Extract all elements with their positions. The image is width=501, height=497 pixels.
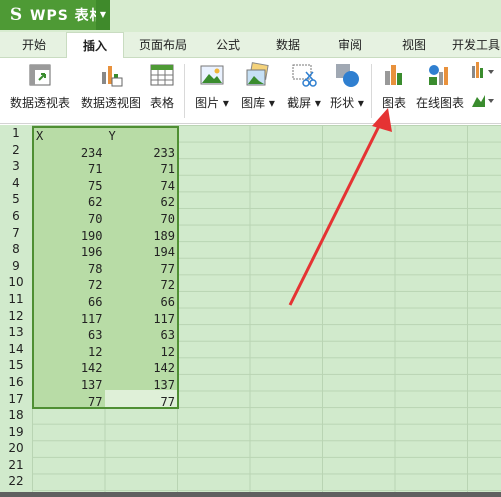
annotation-arrow xyxy=(288,108,392,306)
